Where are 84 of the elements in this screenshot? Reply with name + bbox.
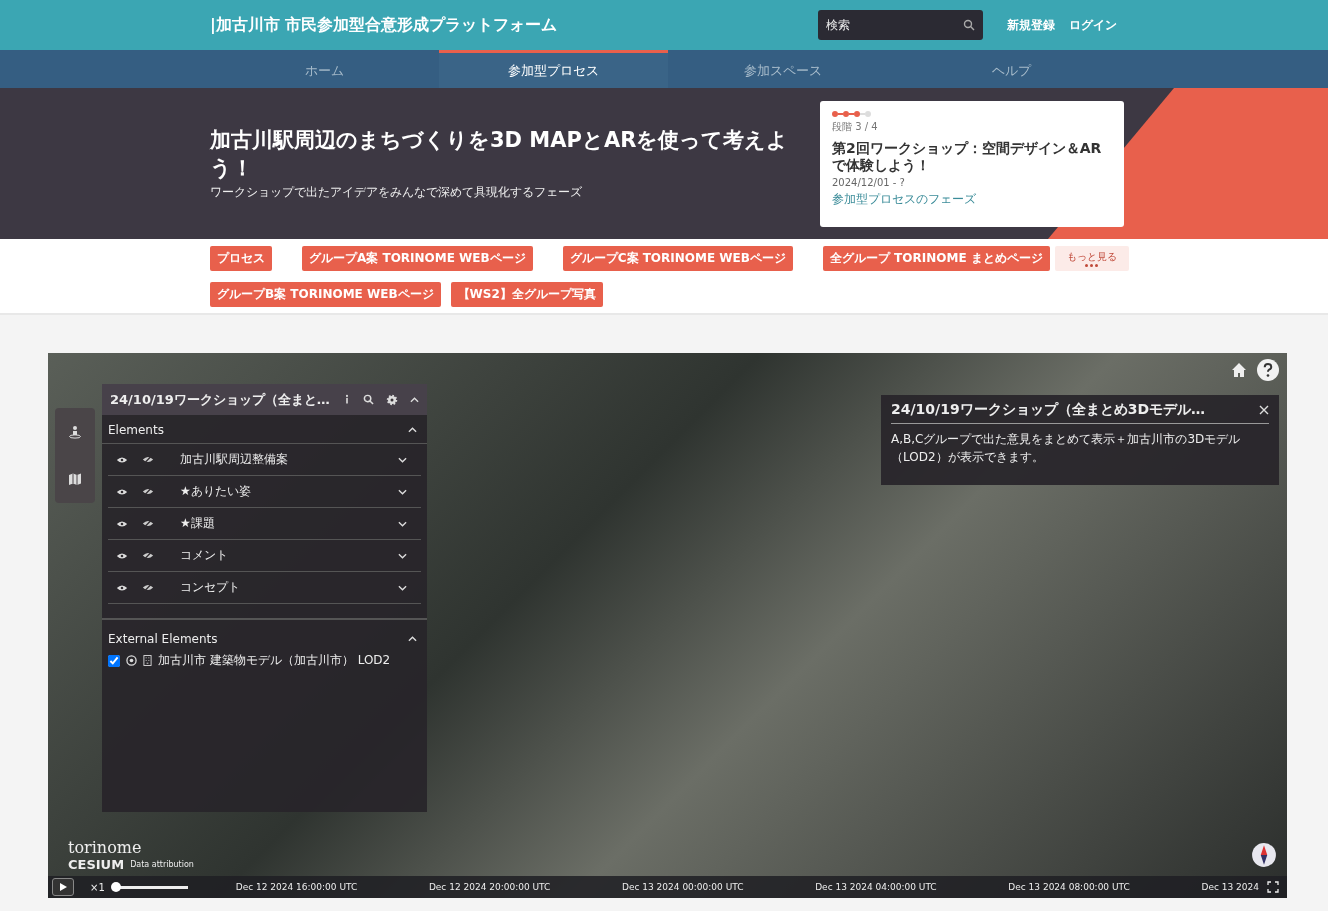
time-tick: Dec 12 2024 16:00:00 UTC [235,882,358,892]
eye-slash-icon[interactable] [142,583,154,592]
phase-date: 2024/12/01 - ? [832,176,906,188]
section-title: External Elements [108,632,218,646]
eye-slash-icon[interactable] [142,487,154,496]
header-link[interactable]: 新規登録 [1007,16,1055,34]
step-connector [860,112,865,115]
layer-row[interactable]: コメント [108,540,421,572]
dots-icon [1085,264,1099,267]
chevron-icon[interactable] [398,552,407,559]
layer-name: コンセプト [180,579,241,596]
play-button[interactable] [52,878,74,896]
info-title: 24/10/19ワークショップ（全まとめ3Dモデル… [891,401,1206,419]
chevron-icon[interactable] [398,584,407,591]
time-tick: Dec 13 2024 04:00:00 UTC [815,882,937,892]
eye-slash-icon[interactable] [142,551,154,560]
page-link-button[interactable]: グループA案 TORINOME WEBページ [302,246,533,271]
layer-row[interactable]: 加古川駅周辺整備案 [108,444,421,476]
step-connector [838,112,843,115]
page-link-button[interactable]: 全グループ TORINOME まとめページ [822,246,1050,271]
more-button[interactable]: もっと見る [1054,246,1129,271]
section-title: Elements [108,423,164,437]
header-link[interactable]: ログイン [1069,16,1117,34]
stage-label: 段階 3 / 4 [832,119,879,134]
layer-row[interactable]: コンセプト [108,572,421,604]
time-tick: Dec 13 2024 00:00:00 UTC [622,882,744,892]
cesium-logo: CESIUM [68,857,125,872]
eye-icon[interactable] [116,583,128,592]
page-link-button[interactable]: グループC案 TORINOME WEBページ [562,246,793,271]
chevron-icon[interactable] [398,456,407,463]
map-icon[interactable] [68,472,82,487]
torinome-logo: torinome [68,838,142,857]
site-title[interactable]: |加古川市 市民参加型合意形成プラットフォーム [210,14,818,36]
layer-row[interactable]: ★ありたい姿 [108,476,421,508]
info-icon[interactable] [343,394,351,405]
chevron-icon[interactable] [398,488,407,495]
nav-tab[interactable]: 参加型プロセス [439,50,668,88]
phases-link[interactable]: 参加型プロセスのフェーズ [832,190,1112,208]
eye-icon[interactable] [116,519,128,528]
eye-icon[interactable] [116,455,128,464]
nav-tab[interactable]: 参加スペース [668,50,897,88]
building-icon [143,655,152,666]
search-field[interactable]: 検索 [818,10,983,40]
slider-thumb[interactable] [110,882,121,892]
close-icon[interactable] [1259,405,1269,415]
collapse-icon[interactable] [410,396,419,403]
layer-name: 加古川駅周辺整備案 [180,451,289,468]
layer-name: ★ありたい姿 [180,483,252,500]
target-icon[interactable] [126,655,137,666]
help-icon[interactable] [1257,359,1279,381]
speed-label: ×1 [90,881,105,893]
settings-icon[interactable] [386,393,398,406]
layer-name: 加古川市 建築物モデル（加古川市） LOD2 [158,652,391,669]
person-icon[interactable] [68,424,82,439]
phase-title: 第2回ワークショップ：空間デザイン＆ARで体験しよう！ [832,139,1103,174]
eye-slash-icon[interactable] [142,455,154,464]
page-link-button[interactable]: プロセス [210,246,272,271]
info-text: A,B,Cグループで出た意見をまとめて表示＋加古川市の3Dモデル（LOD2）が表示できます。 [891,431,1242,466]
page-link-button[interactable]: 【WS2】全グループ写真 [450,282,603,307]
eye-slash-icon[interactable] [142,519,154,528]
panel-title: 24/10/19ワークショップ（全まと… [110,390,331,409]
step-connector [849,112,854,115]
layer-checkbox[interactable] [108,654,120,667]
search-icon[interactable] [363,394,374,405]
time-tick: Dec 13 2024 08:00:00 UTC [1008,882,1130,892]
layer-row[interactable]: ★課題 [108,508,421,540]
chevron-icon[interactable] [408,636,417,642]
layer-name: ★課題 [180,515,216,532]
play-icon [58,882,68,892]
time-tick: Dec 12 2024 20:00:00 UTC [428,882,551,892]
nav-tab[interactable]: ホーム [210,50,439,88]
eye-icon[interactable] [116,551,128,560]
page-link-button[interactable]: グループB案 TORINOME WEBページ [210,282,441,307]
compass-icon[interactable] [1251,842,1277,868]
attribution-link[interactable]: Data attribution [130,860,194,869]
eye-icon[interactable] [116,487,128,496]
chevron-icon[interactable] [398,520,407,527]
layer-name: コメント [180,547,229,564]
fullscreen-icon[interactable] [1267,881,1279,893]
hero-title: 加古川駅周辺のまちづくりを3D MAPとARを使って考えよう！ [210,127,790,182]
time-tick: Dec 13 2024 [1201,882,1259,892]
chevron-icon[interactable] [408,427,417,433]
nav-tab[interactable]: ヘルプ [897,50,1126,88]
hero-subtitle: ワークショップで出たアイデアをみんなで深めて具現化するフェーズ [210,184,583,201]
